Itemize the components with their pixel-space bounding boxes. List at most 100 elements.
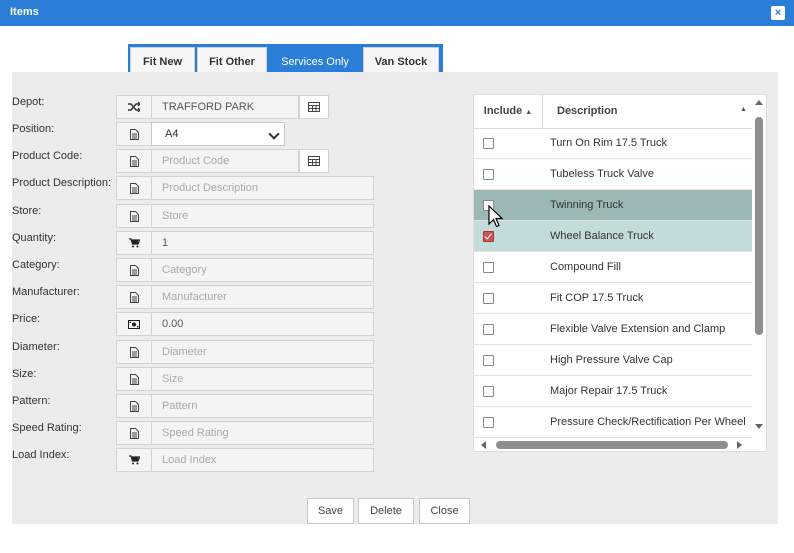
include-checkbox[interactable] bbox=[483, 138, 494, 149]
store-placeholder: Store bbox=[162, 210, 189, 222]
window-title: Items bbox=[10, 6, 39, 18]
services-grid: Include ▲ Description ▲ Turn On Rim 17.5 … bbox=[473, 94, 767, 452]
close-icon[interactable]: × bbox=[771, 6, 785, 20]
grid-row[interactable]: Turn On Rim 17.5 Truck bbox=[474, 128, 752, 159]
position-label: Position: bbox=[12, 123, 55, 135]
product-description-label: Product Description: bbox=[12, 177, 112, 189]
grid-row[interactable]: Fit COP 17.5 Truck bbox=[474, 283, 752, 314]
category-field[interactable]: Category bbox=[116, 258, 374, 282]
product-code-field[interactable]: Product Code bbox=[116, 149, 299, 173]
row-description: Pressure Check/Rectification Per Wheel bbox=[550, 416, 746, 428]
product-description-field[interactable]: Product Description bbox=[116, 176, 374, 200]
quantity-label: Quantity: bbox=[12, 232, 57, 244]
tab-services-only[interactable]: Services Only bbox=[269, 47, 361, 74]
document-icon bbox=[117, 368, 152, 390]
manufacturer-field[interactable]: Manufacturer bbox=[116, 285, 374, 309]
tab-bar: Fit New Fit Other Services Only Van Stoc… bbox=[128, 44, 443, 74]
include-checkbox[interactable] bbox=[483, 386, 494, 397]
scroll-thumb[interactable] bbox=[496, 441, 728, 449]
document-icon bbox=[117, 422, 152, 444]
document-icon bbox=[117, 395, 152, 417]
include-checkbox[interactable] bbox=[483, 231, 494, 242]
delete-button[interactable]: Delete bbox=[358, 498, 414, 524]
save-button[interactable]: Save bbox=[307, 498, 354, 524]
tab-van-stock[interactable]: Van Stock bbox=[363, 47, 439, 74]
product-code-placeholder: Product Code bbox=[162, 155, 230, 167]
cart-icon bbox=[117, 449, 152, 471]
grid-vertical-scrollbar[interactable] bbox=[752, 97, 766, 435]
row-description: Flexible Valve Extension and Clamp bbox=[550, 323, 726, 335]
quantity-field[interactable]: 1 bbox=[116, 231, 374, 255]
grid-horizontal-scrollbar[interactable] bbox=[477, 438, 749, 452]
store-label: Store: bbox=[12, 205, 42, 217]
grid-row[interactable]: High Pressure Valve Cap bbox=[474, 345, 752, 376]
product-code-lookup-button[interactable] bbox=[299, 149, 329, 173]
money-icon bbox=[117, 313, 152, 335]
scroll-up-icon[interactable] bbox=[755, 100, 763, 105]
grid-row[interactable]: Twinning Truck bbox=[474, 190, 752, 221]
load-index-field[interactable]: Load Index bbox=[116, 448, 374, 472]
product-description-placeholder: Product Description bbox=[162, 182, 258, 194]
quantity-value: 1 bbox=[162, 237, 169, 249]
depot-label: Depot: bbox=[12, 96, 45, 108]
position-select[interactable]: A4 bbox=[151, 122, 285, 146]
grid-row[interactable]: Major Repair 17.5 Truck bbox=[474, 376, 752, 407]
size-label: Size: bbox=[12, 368, 37, 380]
row-description: Major Repair 17.5 Truck bbox=[550, 385, 668, 397]
price-value: 0.00 bbox=[162, 318, 184, 330]
tab-fit-other[interactable]: Fit Other bbox=[197, 47, 267, 74]
store-field[interactable]: Store bbox=[116, 204, 374, 228]
row-description: Fit COP 17.5 Truck bbox=[550, 292, 644, 304]
document-icon bbox=[117, 341, 152, 363]
grid-row[interactable]: Tubeless Truck Valve bbox=[474, 159, 752, 190]
pattern-field[interactable]: Pattern bbox=[116, 394, 374, 418]
description-column-header[interactable]: Description bbox=[557, 95, 618, 128]
row-description: Compound Fill bbox=[550, 261, 621, 273]
pattern-label: Pattern: bbox=[12, 395, 51, 407]
include-checkbox[interactable] bbox=[483, 169, 494, 180]
include-checkbox[interactable] bbox=[483, 355, 494, 366]
document-icon bbox=[117, 150, 152, 172]
price-label: Price: bbox=[12, 313, 41, 325]
speed-rating-label: Speed Rating: bbox=[12, 422, 82, 434]
document-icon bbox=[117, 177, 152, 199]
diameter-field[interactable]: Diameter bbox=[116, 340, 374, 364]
depot-lookup-button[interactable] bbox=[299, 95, 329, 119]
include-checkbox[interactable] bbox=[483, 293, 494, 304]
row-description: Turn On Rim 17.5 Truck bbox=[550, 137, 667, 149]
close-button[interactable]: Close bbox=[419, 498, 470, 524]
mouse-cursor-icon bbox=[488, 205, 504, 228]
scroll-left-icon[interactable] bbox=[481, 441, 486, 449]
grid-row[interactable]: Pressure Check/Rectification Per Wheel bbox=[474, 407, 752, 438]
grid-row[interactable]: Wheel Balance Truck bbox=[474, 221, 752, 252]
document-icon bbox=[117, 286, 152, 308]
document-icon bbox=[117, 123, 152, 145]
scroll-right-icon[interactable] bbox=[737, 441, 742, 449]
price-field[interactable]: 0.00 bbox=[116, 312, 374, 336]
row-description: Twinning Truck bbox=[550, 199, 624, 211]
manufacturer-placeholder: Manufacturer bbox=[162, 291, 227, 303]
scroll-thumb[interactable] bbox=[755, 117, 763, 335]
grid-row[interactable]: Flexible Valve Extension and Clamp bbox=[474, 314, 752, 345]
load-index-placeholder: Load Index bbox=[162, 454, 217, 466]
size-field[interactable]: Size bbox=[116, 367, 374, 391]
include-checkbox[interactable] bbox=[483, 324, 494, 335]
speed-rating-placeholder: Speed Rating bbox=[162, 427, 229, 439]
row-description: Wheel Balance Truck bbox=[550, 230, 654, 242]
include-checkbox[interactable] bbox=[483, 417, 494, 428]
row-description: High Pressure Valve Cap bbox=[550, 354, 673, 366]
scroll-down-icon[interactable] bbox=[755, 424, 763, 429]
include-column-header[interactable]: Include ▲ bbox=[474, 95, 543, 128]
include-checkbox[interactable] bbox=[483, 262, 494, 273]
shuffle-icon bbox=[117, 96, 152, 118]
speed-rating-field[interactable]: Speed Rating bbox=[116, 421, 374, 445]
grid-row[interactable]: Compound Fill bbox=[474, 252, 752, 283]
category-label: Category: bbox=[12, 259, 60, 271]
category-placeholder: Category bbox=[162, 264, 207, 276]
window-titlebar: Items × bbox=[0, 0, 794, 26]
depot-field[interactable]: TRAFFORD PARK bbox=[116, 95, 299, 119]
document-icon bbox=[117, 259, 152, 281]
tab-fit-new[interactable]: Fit New bbox=[130, 47, 195, 74]
chevron-down-icon bbox=[268, 128, 280, 140]
cart-icon bbox=[117, 232, 152, 254]
